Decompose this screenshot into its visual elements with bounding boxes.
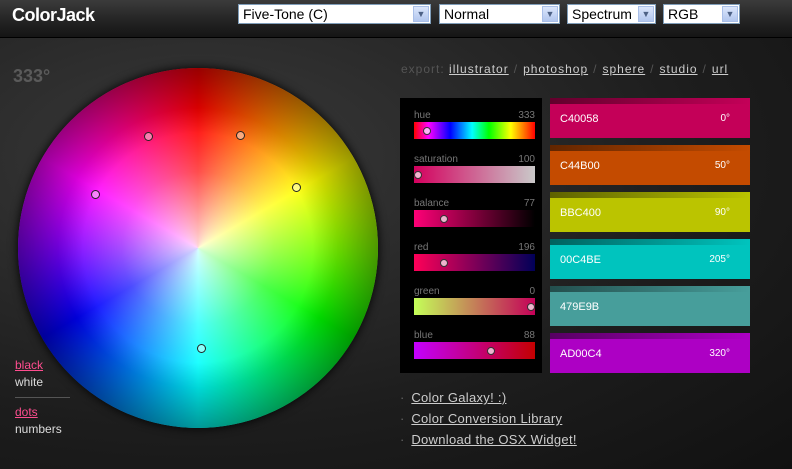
red-slider[interactable]: red 196: [414, 242, 535, 282]
app-logo: ColorJack: [12, 5, 95, 25]
swatch-hex: 00C4BE: [560, 254, 601, 266]
link-row: · Color Galaxy! :): [400, 390, 577, 411]
bullet-icon: ·: [400, 411, 405, 426]
slider-label: hue: [414, 110, 431, 121]
swatch-hex: C40058: [560, 113, 599, 125]
slider-label: blue: [414, 330, 433, 341]
numbers-toggle[interactable]: numbers: [15, 421, 70, 438]
color-model-select-value: RGB: [668, 6, 699, 22]
divider: [15, 397, 70, 398]
slider-value: 100: [518, 154, 535, 165]
wheel-handle-3[interactable]: [292, 183, 301, 192]
slider-label: saturation: [414, 154, 458, 165]
export-separator: /: [513, 62, 519, 76]
swatch-hex: BBC400: [560, 207, 601, 219]
color-swatch[interactable]: C40058 0°: [550, 98, 750, 138]
color-swatch[interactable]: 479E9B: [550, 286, 750, 326]
slider-knob[interactable]: [527, 303, 535, 311]
swatch-degree: 50°: [714, 160, 730, 171]
green-slider[interactable]: green 0: [414, 286, 535, 326]
export-studio-link[interactable]: studio: [660, 62, 698, 76]
scheme-select[interactable]: Five-Tone (C) ▼: [238, 4, 431, 24]
bullet-icon: ·: [400, 432, 405, 447]
chevron-down-icon[interactable]: ▼: [638, 6, 654, 22]
swatch-hex: C44B00: [560, 160, 600, 172]
slider-value: 0: [529, 286, 535, 297]
swatch-degree: 0°: [720, 113, 730, 124]
wheel-handle-5[interactable]: [197, 344, 206, 353]
bottom-links: · Color Galaxy! :) · Color Conversion Libr…: [400, 390, 577, 453]
slider-track[interactable]: [414, 210, 535, 227]
download-widget-link[interactable]: Download the OSX Widget!: [411, 432, 576, 447]
wheel-type-select[interactable]: Spectrum ▼: [567, 4, 656, 24]
slider-label: red: [414, 242, 429, 253]
link-row: · Color Conversion Library: [400, 411, 577, 432]
display-toggles: black white dots numbers: [15, 357, 70, 438]
slider-label: green: [414, 286, 440, 297]
wheel-handle-2[interactable]: [236, 131, 245, 140]
slider-track[interactable]: [414, 298, 535, 315]
color-swatch[interactable]: BBC400 90°: [550, 192, 750, 232]
white-background-toggle[interactable]: white: [15, 374, 70, 391]
wheel-handle-1[interactable]: [144, 132, 153, 141]
slider-track[interactable]: [414, 166, 535, 183]
black-background-toggle[interactable]: black: [15, 357, 70, 374]
chevron-down-icon[interactable]: ▼: [722, 6, 738, 22]
slider-value: 77: [523, 198, 535, 209]
color-galaxy-link[interactable]: Color Galaxy! :): [411, 390, 506, 405]
slider-knob[interactable]: [440, 215, 448, 223]
mode-select[interactable]: Normal ▼: [439, 4, 560, 24]
export-separator: /: [650, 62, 655, 76]
swatch-hex: 479E9B: [560, 301, 600, 313]
export-url-link[interactable]: url: [712, 62, 728, 76]
slider-value: 333: [518, 110, 535, 121]
export-label: export:: [401, 62, 445, 76]
color-swatch[interactable]: AD00C4 320°: [550, 333, 750, 373]
chevron-down-icon[interactable]: ▼: [542, 6, 558, 22]
wheel-type-select-value: Spectrum: [572, 6, 632, 22]
hue-slider[interactable]: hue 333: [414, 110, 535, 150]
wheel-handle-4[interactable]: [91, 190, 100, 199]
export-separator: /: [702, 62, 707, 76]
swatch-hex: AD00C4: [560, 348, 602, 360]
mode-select-value: Normal: [444, 6, 490, 22]
slider-panel: hue 333 saturation 100 balance 77 red 19…: [400, 98, 542, 373]
slider-knob[interactable]: [423, 127, 431, 135]
slider-track[interactable]: [414, 342, 535, 359]
swatch-degree: 320°: [709, 348, 730, 359]
dots-toggle[interactable]: dots: [15, 404, 70, 421]
export-separator: /: [593, 62, 598, 76]
chevron-down-icon[interactable]: ▼: [413, 6, 429, 22]
swatch-degree: 205°: [709, 254, 730, 265]
saturation-slider[interactable]: saturation 100: [414, 154, 535, 194]
bullet-icon: ·: [400, 390, 405, 405]
slider-knob[interactable]: [414, 171, 422, 179]
slider-value: 196: [518, 242, 535, 253]
color-model-select[interactable]: RGB ▼: [663, 4, 740, 24]
color-wheel[interactable]: [18, 68, 378, 428]
slider-value: 88: [523, 330, 535, 341]
color-conversion-library-link[interactable]: Color Conversion Library: [411, 411, 562, 426]
export-illustrator-link[interactable]: illustrator: [449, 62, 509, 76]
export-links: export: illustrator / photoshop / sphere / stu…: [401, 62, 728, 76]
link-row: · Download the OSX Widget!: [400, 432, 577, 453]
color-swatch[interactable]: 00C4BE 205°: [550, 239, 750, 279]
top-bar: ColorJack Five-Tone (C) ▼ Normal ▼ Spect…: [0, 0, 792, 38]
slider-knob[interactable]: [487, 347, 495, 355]
slider-track[interactable]: [414, 254, 535, 271]
color-swatch[interactable]: C44B00 50°: [550, 145, 750, 185]
blue-slider[interactable]: blue 88: [414, 330, 535, 370]
export-photoshop-link[interactable]: photoshop: [523, 62, 588, 76]
export-sphere-link[interactable]: sphere: [602, 62, 645, 76]
slider-knob[interactable]: [440, 259, 448, 267]
slider-track[interactable]: [414, 122, 535, 139]
slider-label: balance: [414, 198, 450, 209]
scheme-select-value: Five-Tone (C): [243, 6, 328, 22]
color-wheel-wrap: [18, 68, 378, 428]
balance-slider[interactable]: balance 77: [414, 198, 535, 238]
swatch-degree: 90°: [714, 207, 730, 218]
